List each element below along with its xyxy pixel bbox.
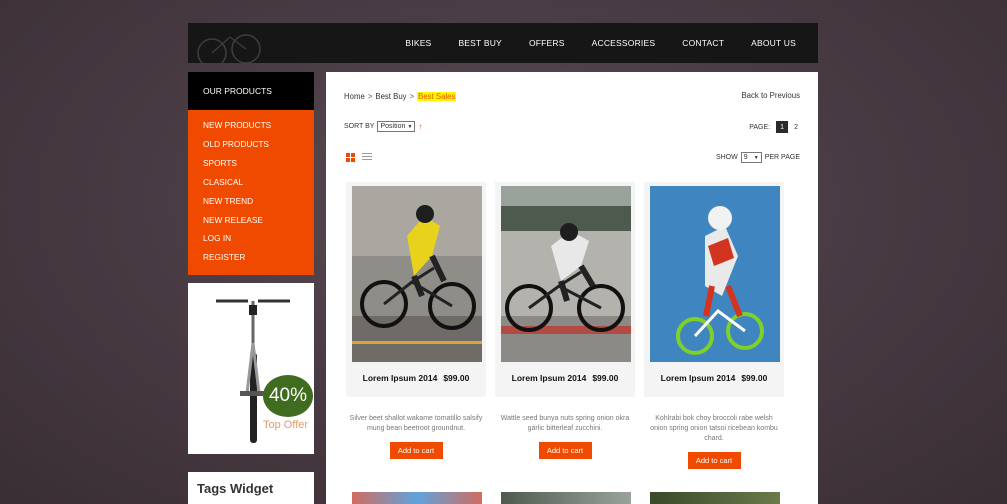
back-to-previous-link[interactable]: Back to Previous	[741, 91, 800, 100]
sort-control: SORT BY Position ▼ ↑	[344, 121, 422, 132]
pagination: PAGE: 1 2	[749, 121, 798, 133]
show-label: SHOW	[715, 154, 738, 161]
breadcrumb-home[interactable]: Home	[344, 92, 365, 101]
sidebar-item-new-release[interactable]: NEW RELEASE	[188, 211, 314, 230]
breadcrumb-current: Best Sales	[417, 92, 457, 101]
sort-select[interactable]: Position ▼	[377, 121, 416, 132]
tags-widget-title: Tags Widget	[197, 481, 274, 496]
product-image[interactable]	[352, 492, 482, 504]
product-title: Lorem Ipsum 2014 $99.00	[352, 373, 480, 383]
breadcrumb-separator: >	[409, 92, 415, 101]
sidebar-item-new-products[interactable]: NEW PRODUCTS	[188, 116, 314, 135]
nav-bikes[interactable]: BIKES	[405, 38, 431, 48]
sidebar-item-log-in[interactable]: LOG IN	[188, 229, 314, 248]
page-label: PAGE:	[749, 123, 771, 131]
nav-about-us[interactable]: ABOUT US	[751, 38, 796, 48]
sidebar-item-old-products[interactable]: OLD PRODUCTS	[188, 135, 314, 154]
main-nav: BIKES BEST BUY OFFERS ACCESSORIES CONTAC…	[405, 23, 796, 63]
product-price: $99.00	[443, 373, 470, 383]
product-listing: Home > Best Buy > Best Sales Back to Previou…	[326, 72, 818, 504]
add-to-cart-button[interactable]: Add to cart	[389, 442, 443, 459]
per-page-value: 9	[743, 154, 748, 161]
add-to-cart-button[interactable]: Add to cart	[687, 452, 741, 469]
breadcrumb-best-buy[interactable]: Best Buy	[375, 92, 406, 101]
product-name[interactable]: Lorem Ipsum 2014	[512, 373, 587, 383]
breadcrumb: Home > Best Buy > Best Sales	[344, 92, 457, 101]
chevron-down-icon: ▼	[753, 154, 759, 161]
sort-direction-icon[interactable]: ↑	[418, 122, 422, 131]
product-card: Lorem Ipsum 2014 $99.00 Silver beet shal…	[346, 182, 486, 459]
nav-contact[interactable]: CONTACT	[682, 38, 724, 48]
site-header: BIKES BEST BUY OFFERS ACCESSORIES CONTAC…	[188, 23, 818, 63]
sort-select-value: Position	[380, 123, 406, 130]
sidebar-menu: NEW PRODUCTS OLD PRODUCTS SPORTS CLASICA…	[188, 110, 314, 276]
product-description: Silver beet shallot wakame tomatillo sal…	[349, 415, 483, 432]
page-link-2[interactable]: 2	[794, 124, 798, 131]
chevron-down-icon: ▼	[407, 123, 413, 130]
nav-best-buy[interactable]: BEST BUY	[458, 38, 502, 48]
discount-badge: 40%	[263, 375, 313, 417]
per-page-select[interactable]: 9 ▼	[740, 152, 762, 163]
product-image[interactable]	[501, 186, 631, 362]
sidebar-item-clasical[interactable]: CLASICAL	[188, 173, 314, 192]
list-view-icon[interactable]	[362, 153, 372, 162]
product-price: $99.00	[592, 373, 619, 383]
product-name[interactable]: Lorem Ipsum 2014	[661, 373, 736, 383]
product-card: Lorem Ipsum 2014 $99.00 Kohlrabi bok cho…	[644, 182, 784, 469]
product-name[interactable]: Lorem Ipsum 2014	[363, 373, 438, 383]
page-current: 1	[776, 121, 789, 133]
breadcrumb-separator: >	[367, 92, 373, 101]
grid-view-icon[interactable]	[346, 153, 355, 162]
product-price: $99.00	[741, 373, 768, 383]
product-image[interactable]	[650, 492, 780, 504]
add-to-cart-button[interactable]: Add to cart	[538, 442, 592, 459]
nav-offers[interactable]: OFFERS	[529, 38, 565, 48]
bicycle-logo-icon	[197, 34, 261, 63]
sidebar: OUR PRODUCTS NEW PRODUCTS OLD PRODUCTS S…	[188, 72, 314, 276]
sidebar-item-sports[interactable]: SPORTS	[188, 154, 314, 173]
sidebar-item-register[interactable]: REGISTER	[188, 248, 314, 267]
product-title: Lorem Ipsum 2014 $99.00	[501, 373, 629, 383]
product-card-frame: Lorem Ipsum 2014 $99.00	[346, 182, 486, 397]
sidebar-heading: OUR PRODUCTS	[188, 72, 314, 110]
product-card-frame: Lorem Ipsum 2014 $99.00	[644, 182, 784, 397]
tags-widget: Tags Widget	[188, 472, 314, 504]
per-page-control: SHOW 9 ▼ PER PAGE	[716, 152, 800, 163]
product-title: Lorem Ipsum 2014 $99.00	[650, 373, 778, 383]
product-image[interactable]	[650, 186, 780, 362]
nav-accessories[interactable]: ACCESSORIES	[592, 38, 656, 48]
product-card-frame: Lorem Ipsum 2014 $99.00	[495, 182, 635, 397]
product-card: Lorem Ipsum 2014 $99.00 Wattle seed buny…	[495, 182, 635, 459]
offer-banner[interactable]: 40% Top Offer	[188, 283, 314, 454]
sort-label: SORT BY	[344, 123, 375, 130]
per-page-suffix: PER PAGE	[764, 154, 800, 161]
sidebar-item-new-trend[interactable]: NEW TREND	[188, 192, 314, 211]
product-description: Kohlrabi bok choy broccoli rabe welsh on…	[650, 415, 778, 442]
offer-label: Top Offer	[263, 419, 309, 431]
product-image[interactable]	[352, 186, 482, 362]
product-description: Wattle seed bunya nuts spring onion okra…	[500, 415, 630, 432]
product-image[interactable]	[501, 492, 631, 504]
